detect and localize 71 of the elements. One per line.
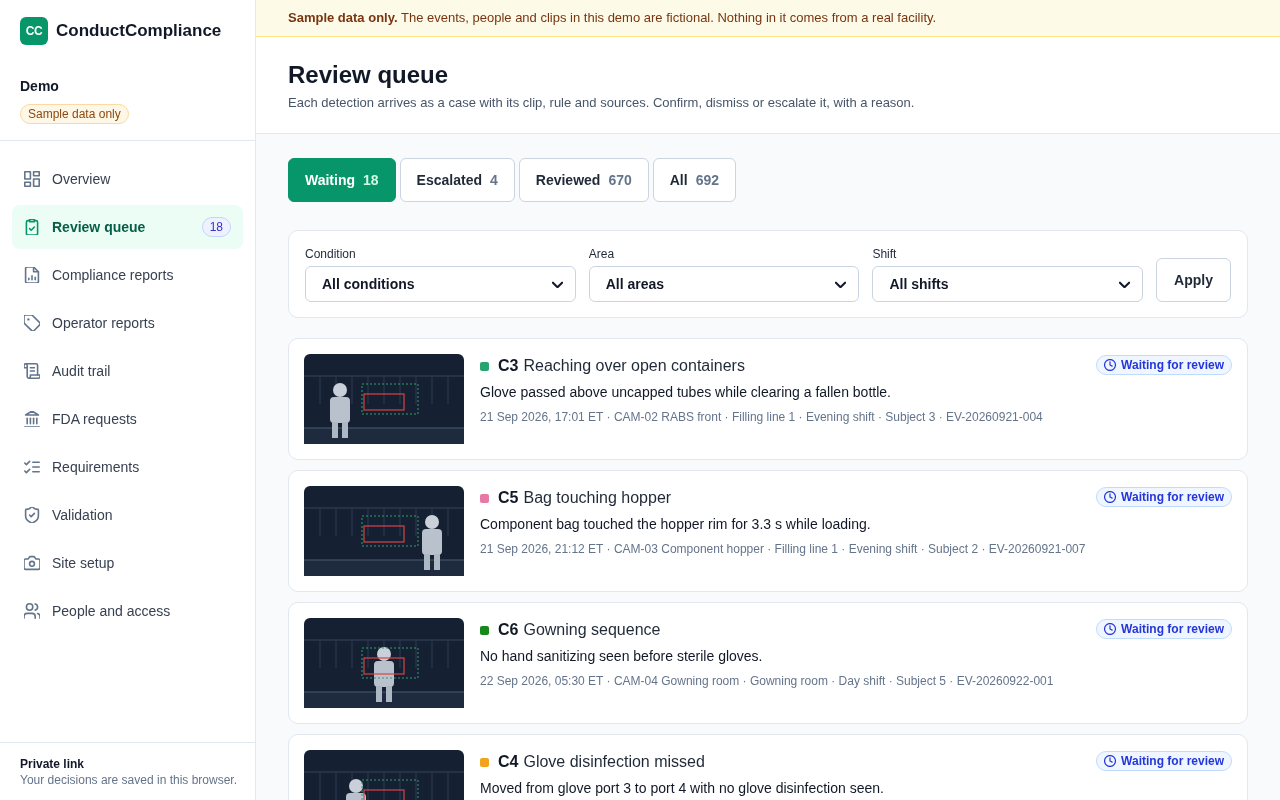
- chevron-down-icon: [1119, 280, 1131, 288]
- nav-item[interactable]: FDA requests: [12, 397, 243, 441]
- nav-item[interactable]: Site setup: [12, 541, 243, 585]
- case-card[interactable]: C6 Gowning sequence Waiting for review No hand sanitizing seen before sterile gloves. 22 Sep 2026, 05:30 ET · CAM-04 Gowning room · Gowning room · Day shift · Subject 5 · EV-20260922-001: [288, 602, 1248, 724]
- camera-icon: [24, 555, 40, 571]
- users-icon: [24, 603, 40, 619]
- case-id: C6: [498, 621, 519, 639]
- case-details: 21 Sep 2026, 21:12 ET · CAM-03 Component hopper · Filling line 1 · Evening shift · Subject 2 · EV-20260921-007: [480, 541, 1087, 557]
- filter-select[interactable]: All conditions: [305, 266, 576, 302]
- chevron-down-icon: [835, 280, 847, 288]
- nav-item[interactable]: Requirements: [12, 445, 243, 489]
- nav-item[interactable]: Overview: [12, 157, 243, 201]
- brand-logo: CC: [20, 17, 48, 45]
- scroll-icon: [24, 363, 40, 379]
- shield-check-icon: [24, 507, 40, 523]
- filter-select[interactable]: All shifts: [872, 266, 1144, 302]
- clock-icon: [1104, 623, 1117, 635]
- clock-icon: [1104, 755, 1117, 767]
- nav-item[interactable]: Operator reports: [12, 301, 243, 345]
- brand-name: ConductCompliance: [56, 21, 222, 41]
- status-label: Waiting for review: [1121, 490, 1224, 504]
- case-card[interactable]: C4 Glove disinfection missed Waiting for review Moved from glove port 3 to port 4 with no glove disinfection seen.: [288, 734, 1248, 800]
- filter-label: Area: [588, 246, 616, 262]
- grid-icon: [24, 171, 40, 187]
- nav-item[interactable]: Review queue 18: [12, 205, 243, 249]
- filter-label: Shift: [872, 246, 898, 262]
- case-description: Glove passed above uncapped tubes while clearing a fallen bottle.: [480, 383, 892, 402]
- count-badge: 18: [201, 217, 231, 237]
- status-label: Waiting for review: [1121, 622, 1224, 636]
- nav-item[interactable]: Validation: [12, 493, 243, 537]
- workspace-name: Demo: [20, 77, 59, 96]
- case-description: Moved from glove port 3 to port 4 with no glove disinfection seen.: [480, 779, 885, 798]
- filter-tab[interactable]: All 692: [652, 158, 736, 202]
- clock-icon: [1104, 491, 1117, 503]
- case-title: Gowning sequence: [523, 621, 661, 639]
- case-card[interactable]: [288, 338, 1248, 460]
- filter-tab[interactable]: Escalated 4: [399, 158, 515, 202]
- case-id: C4: [498, 753, 519, 771]
- checklist-icon: [24, 459, 40, 475]
- case-title: Glove disinfection missed: [523, 753, 705, 771]
- filter-tab[interactable]: Waiting 18: [288, 158, 396, 202]
- building-columns-icon: [24, 411, 40, 427]
- nav-item[interactable]: People and access: [12, 589, 243, 633]
- case-description: Component bag touched the hopper rim for 3.3 s while loading.: [480, 515, 872, 534]
- chevron-down-icon: [551, 280, 563, 288]
- footer-text: Your decisions are saved in this browser.: [20, 772, 238, 788]
- filter-tab[interactable]: Reviewed 670: [518, 158, 649, 202]
- case-title: Reaching over open containers: [523, 357, 745, 375]
- page-title: Review queue: [288, 60, 450, 90]
- apply-button[interactable]: Apply: [1156, 258, 1231, 302]
- filter-label: Condition: [305, 246, 357, 262]
- case-card[interactable]: [288, 470, 1248, 592]
- tag-icon: [24, 315, 40, 331]
- notice-banner: Sample data only. The events, people and clips in this demo are fictional. Nothing in it comes from a real facility.: [256, 0, 1280, 37]
- case-description: No hand sanitizing seen before sterile gloves.: [480, 647, 764, 666]
- case-details: 22 Sep 2026, 05:30 ET · CAM-04 Gowning room · Gowning room · Day shift · Subject 5 · EV-20260922-001: [480, 673, 1055, 689]
- status-label: Waiting for review: [1121, 754, 1224, 768]
- clock-icon: [1104, 359, 1117, 371]
- clipboard-check-icon: [24, 219, 40, 235]
- case-title: Bag touching hopper: [523, 489, 672, 507]
- case-id: C5: [498, 489, 519, 507]
- case-id: C3: [498, 357, 519, 375]
- footer-title: Private link: [20, 756, 86, 772]
- page-subtitle: Each detection arrives as a case with its clip, rule and sources. Confirm, dismiss or escalate it, with a reason.: [288, 94, 916, 112]
- nav-item[interactable]: Compliance reports: [12, 253, 243, 297]
- filter-select[interactable]: All areas: [588, 266, 860, 302]
- case-details: 21 Sep 2026, 17:01 ET · CAM-02 RABS front · Filling line 1 · Evening shift · Subject 3 · EV-20260921-004: [480, 409, 1044, 425]
- sample-data-badge: Sample data only: [20, 104, 129, 124]
- nav-item[interactable]: Audit trail: [12, 349, 243, 393]
- status-label: Waiting for review: [1121, 358, 1224, 372]
- file-chart-icon: [24, 267, 40, 283]
